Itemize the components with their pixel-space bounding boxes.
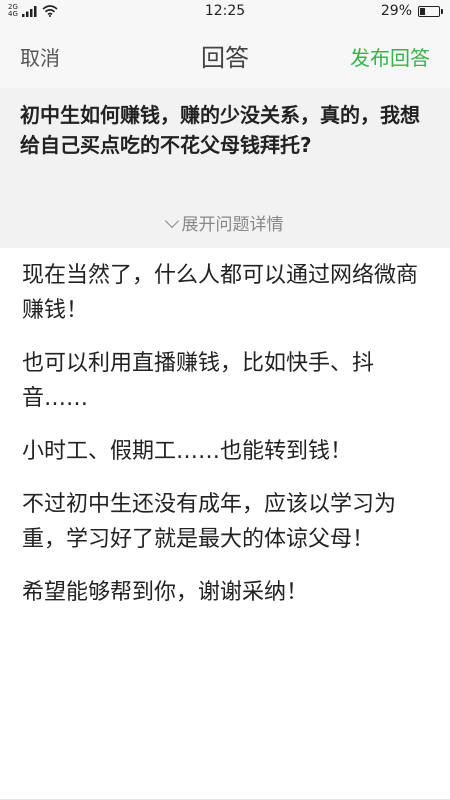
publish-answer-button[interactable]: 发布回答 — [350, 42, 430, 71]
answer-paragraph: 现在当然了，什么人都可以通过网络微商赚钱！ — [22, 263, 419, 323]
battery-fill — [420, 7, 425, 15]
status-right: 29% — [380, 3, 443, 19]
answer-paragraph: 小时工、假期工……也能转到钱！ — [22, 439, 353, 464]
question-section: 初中生如何赚钱，赚的少没关系，真的，我想给自己买点吃的不花父母钱拜托? 展开问题… — [0, 88, 450, 248]
answer-paragraph: 也可以利用直播赚钱，比如快手、抖音…… — [22, 351, 375, 411]
battery-percent: 29% — [380, 3, 412, 19]
expand-question-details-button[interactable]: 展开问题详情 — [0, 210, 450, 235]
battery-icon — [418, 5, 443, 17]
answer-editor[interactable]: 现在当然了，什么人都可以通过网络微商赚钱！ 也可以利用直播赚钱，比如快手、抖音…… — [22, 258, 428, 628]
answer-paragraph: 不过初中生还没有成年，应该以学习为重，学习好了就是最大的体谅父母！ — [22, 492, 397, 552]
status-bar: 2G 4G 12:25 29% — [0, 0, 450, 24]
answer-paragraph: 希望能够帮到你，谢谢采纳！ — [22, 580, 309, 605]
header-bar: 取消 回答 发布回答 — [0, 24, 450, 88]
expand-question-details-label: 展开问题详情 — [181, 215, 284, 235]
question-title: 初中生如何赚钱，赚的少没关系，真的，我想给自己买点吃的不花父母钱拜托? — [20, 103, 420, 157]
chevron-down-icon — [164, 213, 179, 229]
answer-screen: 2G 4G 12:25 29% 取消 回答 发布回答 初中生如何赚钱，赚的少没关… — [0, 0, 450, 800]
